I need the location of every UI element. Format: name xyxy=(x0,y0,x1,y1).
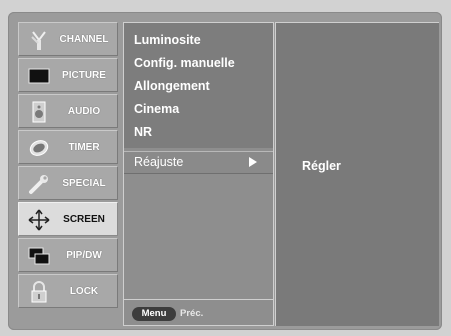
wrench-icon xyxy=(29,175,48,194)
antenna-icon xyxy=(31,31,46,50)
nav-label-timer: TIMER xyxy=(68,142,100,153)
reajuste-label: Réajuste xyxy=(134,155,184,169)
option-config-manuelle[interactable]: Config. manuelle xyxy=(134,52,267,75)
nav-item-lock[interactable]: LOCK xyxy=(18,274,118,308)
footer-divider xyxy=(124,299,273,300)
monitor-icon xyxy=(28,68,50,84)
option-cinema[interactable]: Cinema xyxy=(134,98,267,121)
nav-item-audio[interactable]: AUDIO xyxy=(18,94,118,128)
nav-item-channel[interactable]: CHANNEL xyxy=(18,22,118,56)
nav-label-channel: CHANNEL xyxy=(59,34,109,45)
menu-button[interactable]: Menu xyxy=(132,307,176,321)
option-nr[interactable]: NR xyxy=(134,121,267,144)
regler-action[interactable]: Régler xyxy=(302,159,341,173)
speaker-icon xyxy=(32,101,46,123)
nav-item-screen[interactable]: SCREEN xyxy=(18,202,118,236)
nav-label-special: SPECIAL xyxy=(62,178,106,189)
nav-item-pipdw[interactable]: PIP/DW xyxy=(18,238,118,272)
nav-item-special[interactable]: SPECIAL xyxy=(18,166,118,200)
submenu-options: Luminosite Config. manuelle Allongement … xyxy=(124,23,273,148)
main-menu-sidebar: CHANNEL PICTURE AUDIO TIMER SPECIAL SCRE… xyxy=(18,22,118,322)
nav-label-lock: LOCK xyxy=(69,286,99,297)
nav-item-timer[interactable]: TIMER xyxy=(18,130,118,164)
detail-panel: Régler xyxy=(275,22,439,326)
nav-label-screen: SCREEN xyxy=(63,214,105,225)
screen-submenu: Luminosite Config. manuelle Allongement … xyxy=(123,22,274,326)
nav-label-audio: AUDIO xyxy=(67,106,101,117)
move-arrows-icon xyxy=(28,209,50,231)
nav-label-picture: PICTURE xyxy=(62,70,106,81)
option-luminosite[interactable]: Luminosite xyxy=(134,29,267,52)
nav-item-picture[interactable]: PICTURE xyxy=(18,58,118,92)
pip-windows-icon xyxy=(28,247,50,265)
option-allongement[interactable]: Allongement xyxy=(134,75,267,98)
arrow-right-icon xyxy=(249,157,257,167)
previous-hint: Préc. xyxy=(180,308,204,319)
padlock-icon xyxy=(31,281,47,303)
clock-icon xyxy=(29,140,49,156)
nav-label-pipdw: PIP/DW xyxy=(66,250,102,261)
option-reajuste-selected[interactable]: Réajuste xyxy=(124,151,273,174)
